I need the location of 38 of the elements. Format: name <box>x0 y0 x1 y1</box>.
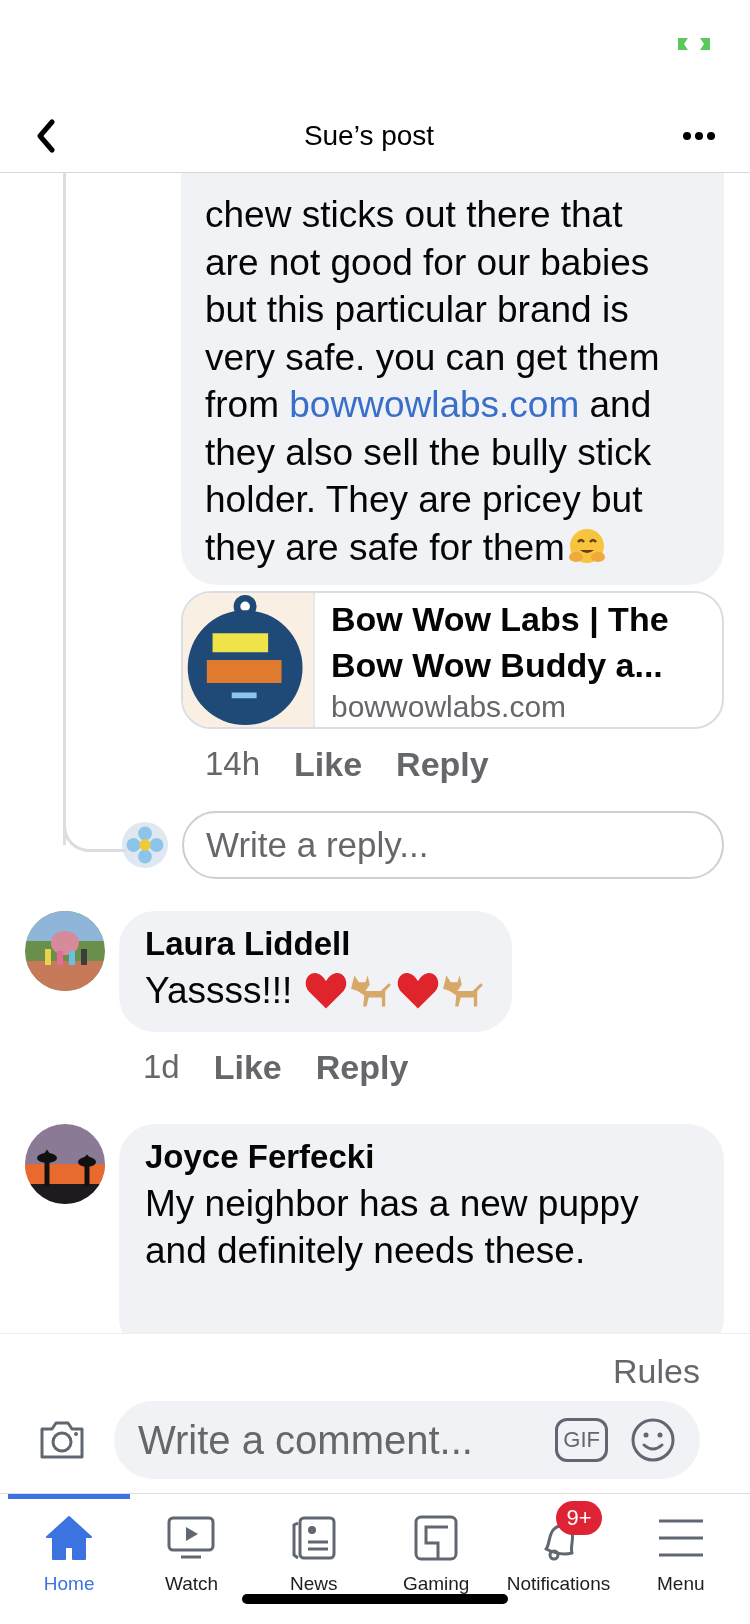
tab[interactable]: News <box>252 1494 375 1624</box>
preview-title: Bow Wow Labs | The Bow Wow Buddy a... <box>331 599 670 686</box>
comment-text: My neighbor has a new puppy and definitely needs these. <box>145 1182 640 1273</box>
more-icon[interactable] <box>682 131 716 141</box>
heart-icon <box>396 970 441 1011</box>
comment-author[interactable]: Laura Liddell <box>145 925 487 963</box>
reply-button[interactable]: Reply <box>396 744 489 784</box>
heart-icon <box>304 970 349 1011</box>
back-icon[interactable] <box>36 119 56 153</box>
gaming-icon <box>412 1515 461 1561</box>
header-title: Sue’s post <box>303 120 435 152</box>
reply-field[interactable]: Write a reply... <box>182 811 724 879</box>
link-preview-card[interactable]: Bow Wow Labs | The Bow Wow Buddy a... bowwowlabs.com <box>181 591 724 729</box>
tab[interactable]: Gaming <box>375 1494 498 1624</box>
comment-text: chew sticks out there that are not good for our babies but this particular brand is very safe. you can get them from bowwowlabs.com and they also sell the bully stick holder. They are pricey but they are safe for them <box>205 193 661 570</box>
gif-button[interactable]: GIF <box>555 1418 608 1462</box>
notification-badge: 9+ <box>556 1501 602 1535</box>
like-button[interactable]: Like <box>213 1047 282 1087</box>
tab[interactable]: Home <box>8 1494 131 1624</box>
home-icon <box>45 1515 94 1561</box>
comment-time: 1d <box>143 1048 180 1086</box>
avatar <box>122 822 168 868</box>
comment-author[interactable]: Joyce Ferfecki <box>145 1138 698 1176</box>
battery-icon <box>676 36 712 52</box>
comment-text: Yassss!!! <box>145 969 293 1013</box>
smiley-icon[interactable] <box>630 1417 676 1463</box>
camera-icon[interactable] <box>38 1419 86 1461</box>
comment-field[interactable]: Write a comment... GIF <box>114 1401 700 1479</box>
tab[interactable]: Menu <box>619 1494 742 1624</box>
comment-time: 14h <box>205 745 261 783</box>
video-icon <box>167 1515 216 1561</box>
website-link[interactable]: bowwowlabs.com <box>289 384 580 425</box>
rules-link[interactable]: Rules <box>613 1352 700 1391</box>
like-button[interactable]: Like <box>294 744 363 784</box>
reply-button[interactable]: Reply <box>315 1047 409 1087</box>
tab[interactable]: 9+ Notifications <box>497 1494 620 1624</box>
tab[interactable]: Watch <box>130 1494 253 1624</box>
preview-domain: bowwowlabs.com <box>331 690 568 724</box>
